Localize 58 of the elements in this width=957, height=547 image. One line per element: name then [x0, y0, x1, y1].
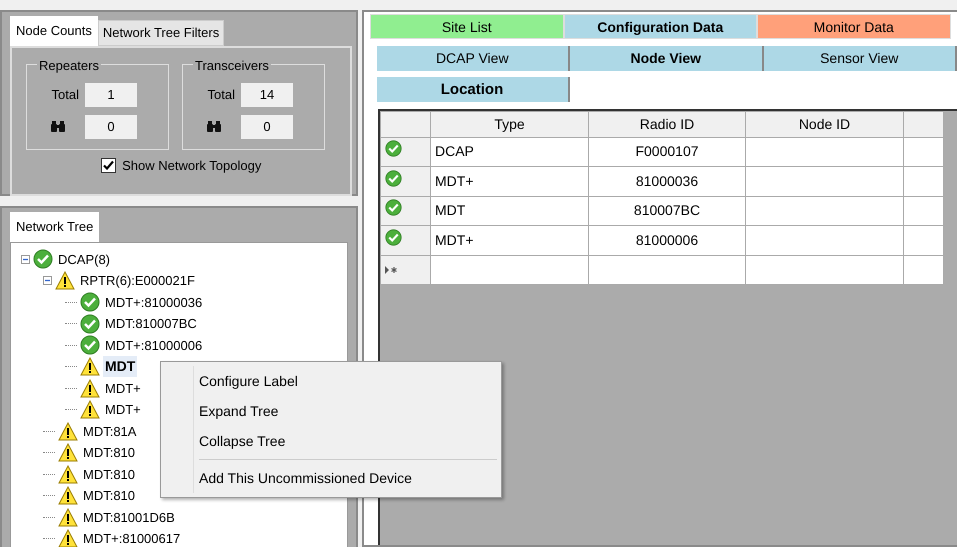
main-tab[interactable]: Site List — [370, 14, 564, 39]
new-row-icon — [385, 266, 397, 274]
table-cell: MDT+ — [430, 226, 588, 255]
table-cell — [904, 226, 944, 255]
view-tab[interactable]: Sensor View — [764, 46, 957, 70]
collapse-icon[interactable] — [43, 276, 52, 286]
tree-item[interactable]: MDT+:81000617 — [81, 529, 182, 547]
table-cell: F0000107 — [588, 137, 746, 166]
tree-item[interactable]: MDT+ — [103, 400, 143, 420]
count-field: 14 — [241, 82, 293, 106]
tree-item[interactable]: MDT+:81000006 — [103, 336, 204, 355]
location-tab[interactable]: Location — [376, 77, 570, 102]
tree-item[interactable]: RPTR(6):E000021F — [78, 271, 197, 290]
tree-item[interactable]: DCAP(8) — [56, 250, 112, 269]
tree-item[interactable]: MDT:81A — [81, 422, 138, 441]
menu-item[interactable]: Expand Tree — [163, 396, 499, 426]
main-tab[interactable]: Monitor Data — [757, 14, 950, 39]
count-field: 0 — [241, 114, 293, 138]
tree-item[interactable]: MDT+ — [103, 378, 143, 398]
collapse-icon[interactable] — [21, 254, 30, 264]
menu-item[interactable]: Configure Label — [163, 366, 499, 396]
tree-item[interactable]: MDT+:81000036 — [103, 292, 204, 312]
checkbox[interactable] — [100, 158, 116, 174]
panel-tab[interactable]: Network Tree — [10, 212, 100, 242]
menu-item[interactable]: Add This Uncommissioned Device — [163, 463, 499, 493]
panel-tab[interactable]: Network Tree Filters — [98, 20, 224, 46]
column-header — [904, 111, 944, 137]
table-cell: 81000006 — [588, 226, 746, 255]
tree-item[interactable]: MDT — [103, 356, 138, 378]
tree-item[interactable]: MDT:810 — [81, 443, 138, 462]
view-tab[interactable]: Node View — [570, 46, 764, 70]
column-header[interactable]: Node ID — [746, 111, 904, 137]
table-cell — [904, 137, 944, 166]
table-cell: MDT — [430, 196, 588, 226]
table-cell: DCAP — [430, 137, 588, 166]
table-cell: 810007BC — [588, 196, 746, 226]
total-label: Total — [208, 86, 235, 104]
menu-item[interactable]: Collapse Tree — [163, 426, 499, 456]
tree-item[interactable]: MDT:810 — [81, 486, 138, 506]
panel-tab[interactable]: Node Counts — [10, 16, 98, 46]
count-field: 1 — [85, 82, 137, 106]
table-cell — [904, 255, 944, 284]
checkbox-label: Show Network Topology — [122, 157, 262, 175]
tree-item[interactable]: MDT:81001D6B — [81, 508, 177, 527]
tree-item[interactable]: MDT:810007BC — [103, 314, 199, 334]
binoculars-icon — [50, 120, 66, 133]
main-tab[interactable]: Configuration Data — [564, 14, 757, 39]
count-field: 0 — [85, 114, 137, 138]
table-cell: MDT+ — [430, 166, 588, 196]
column-header[interactable]: Radio ID — [588, 111, 746, 137]
binoculars-icon — [206, 120, 222, 133]
tree-item[interactable]: MDT:810 — [81, 464, 138, 484]
table-cell — [904, 166, 944, 196]
table-cell: 81000036 — [588, 166, 746, 196]
column-header[interactable]: Type — [430, 111, 588, 137]
total-label: Total — [52, 86, 79, 104]
table-cell — [904, 196, 944, 226]
view-tab[interactable]: DCAP View — [376, 46, 570, 70]
